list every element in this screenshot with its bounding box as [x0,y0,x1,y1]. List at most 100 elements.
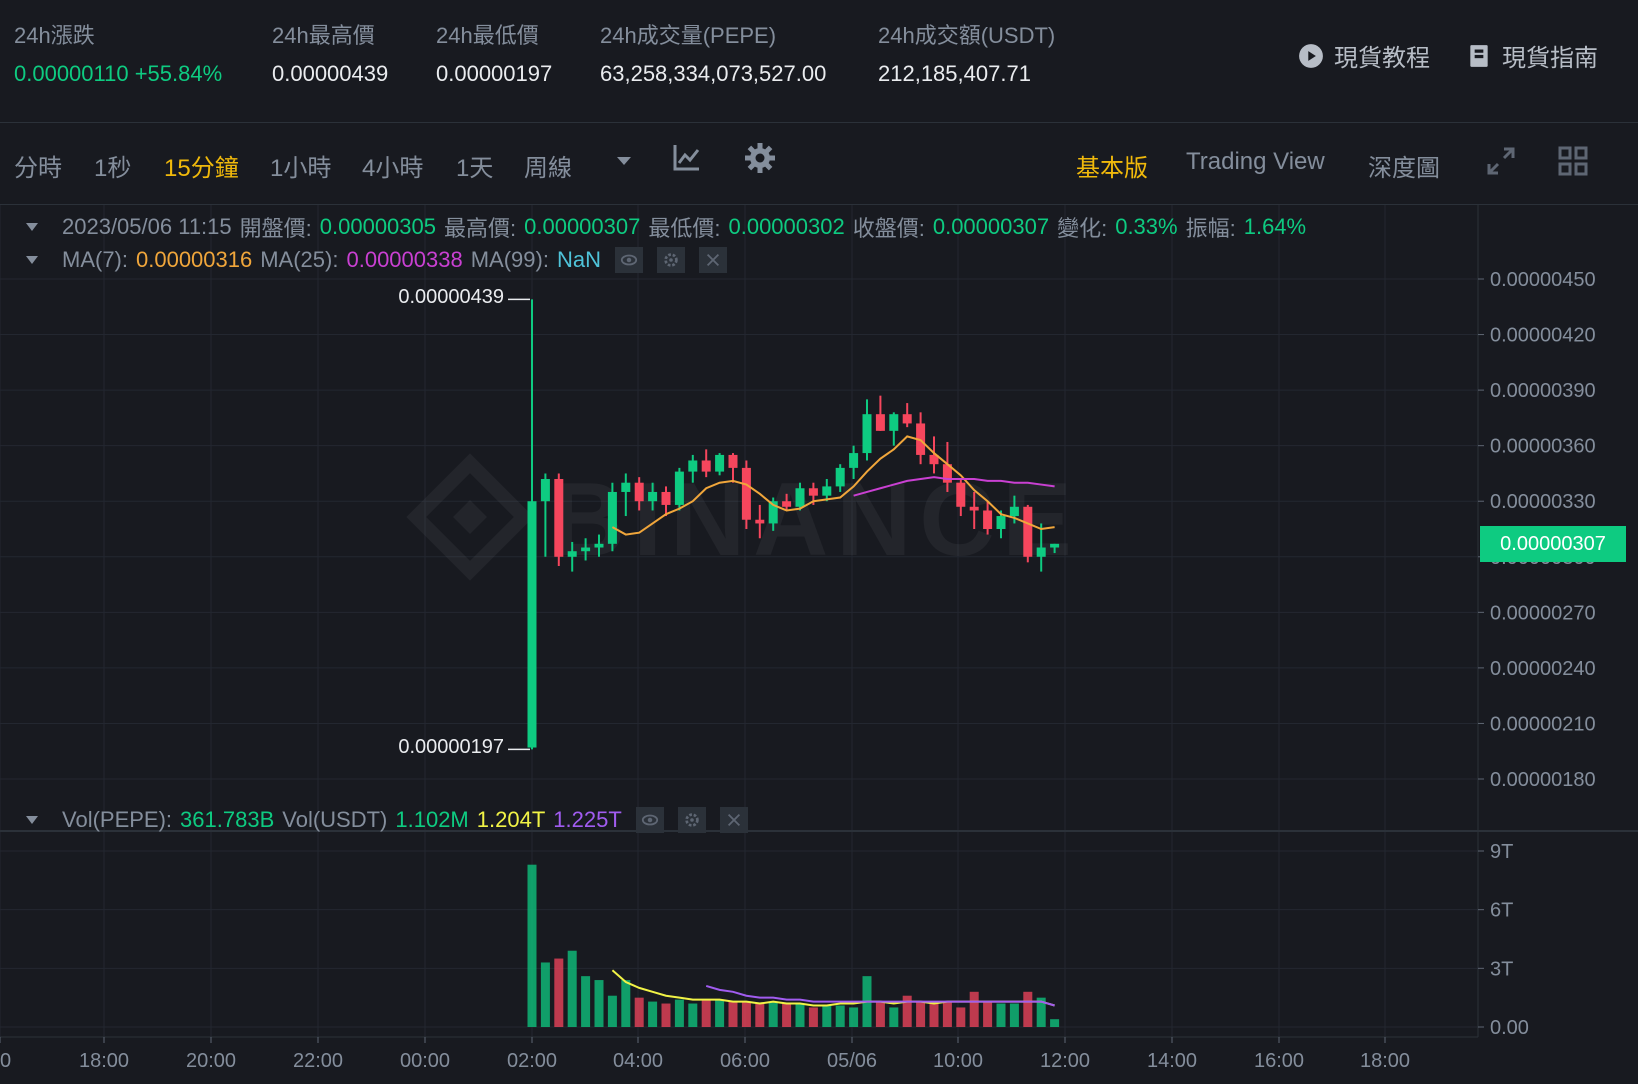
volume-bar [916,1001,926,1027]
high-value: 0.00000307 [524,214,641,239]
view-depth[interactable]: 深度圖 [1368,148,1440,183]
stat-value: 0.00000197 [436,61,553,86]
timeframe-1s[interactable]: 1秒 [94,148,131,183]
candle-body [889,414,899,431]
price-tick-label: 0.00000420 [1490,325,1596,347]
volume-bar [1009,1003,1019,1027]
guide-links: 現貨教程 現貨指南 [1298,38,1598,73]
price-tick-label: 0.00000450 [1490,269,1596,291]
candle-body [849,453,859,468]
volume-bar [607,995,617,1027]
time-tick-label: 20:00 [186,1050,236,1072]
remove-indicator-button[interactable] [698,247,727,273]
kline-chart[interactable]: BINANCE 0.00000450 0.00000420 0.00000390 0.… [0,205,1638,1084]
volume-bar [701,999,711,1027]
view-tradingview[interactable]: Trading View [1186,148,1325,176]
close-value: 0.00000307 [932,214,1050,239]
stat-24h-high: 24h最高價 0.00000439 [272,18,388,92]
spot-guide-link[interactable]: 現貨指南 [1466,38,1598,73]
candle-body [1009,506,1019,517]
indicator-settings-button[interactable] [677,807,706,833]
volume-tick-label: 9T [1490,841,1513,863]
time-tick-label: 05/06 [827,1050,877,1072]
candle-body [956,482,966,507]
time-tick-label: 06:00 [720,1050,770,1072]
ticker-bar: 24h漲跌 0.00000110 +55.84% 24h最高價 0.000004… [0,0,1638,122]
candle-body [755,519,765,524]
spot-tutorial-label: 現貨教程 [1334,45,1430,72]
settings-gear-icon[interactable] [744,142,776,179]
time-tick-label: 12:00 [1040,1050,1090,1072]
candle-body [902,414,912,424]
collapse-caret-icon[interactable] [26,223,38,231]
volume-bar [755,1003,765,1027]
timeframe-time[interactable]: 分時 [14,148,62,183]
candle-body [567,551,577,557]
candle-body [808,488,818,496]
collapse-caret-icon[interactable] [26,816,38,824]
volume-bar [969,991,979,1027]
remove-indicator-button[interactable] [719,807,748,833]
vol-base-value: 361.783B [180,807,275,832]
vol-quote-label: Vol(USDT) [282,807,388,832]
toggle-visibility-button[interactable] [614,247,643,273]
volume-bar [822,1005,832,1027]
toggle-visibility-button[interactable] [635,807,664,833]
candle-body [715,454,725,472]
timeframe-4h[interactable]: 4小時 [362,148,423,183]
volume-bar [741,1001,751,1027]
volume-bar [621,980,631,1027]
volume-bar [996,1003,1006,1027]
price-tick-label: 0.00000180 [1490,769,1596,791]
spot-tutorial-link[interactable]: 現貨教程 [1298,38,1430,73]
ma99-value: NaN [556,247,601,272]
candle-body [527,501,537,748]
candle-body [862,414,872,454]
timeframe-1h[interactable]: 1小時 [270,148,331,183]
stat-label: 24h最低價 [436,23,539,48]
price-tick-label: 0.00000240 [1490,658,1596,680]
chart-grid [0,205,1638,1038]
volume-bar [875,1001,885,1027]
volume-bar [661,1003,671,1027]
stat-label: 24h最高價 [272,23,375,48]
timeframe-1d[interactable]: 1天 [456,148,493,183]
indicator-settings-button[interactable] [656,247,685,273]
time-tick-label: 18:00 [79,1050,129,1072]
fullscreen-icon[interactable] [1486,146,1516,181]
timeframe-dropdown-icon[interactable] [616,154,632,172]
volume-bar [1050,1019,1060,1027]
timeframe-weekly[interactable]: 周線 [524,148,572,183]
candle-body [581,547,591,552]
candle-body [634,482,644,502]
candle-body [1050,543,1060,548]
layout-grid-icon[interactable] [1558,146,1588,181]
candle-body [661,491,671,505]
volume-legend: Vol(PEPE): 361.783B Vol(USDT) 1.102M 1.2… [26,807,748,833]
view-basic[interactable]: 基本版 [1076,148,1148,183]
volume-bar [808,1007,818,1027]
candle-body [688,460,698,472]
ma99-label: MA(99): [470,247,549,272]
volume-bar [554,958,564,1027]
price-tick-label: 0.00000390 [1490,380,1596,402]
timeframe-15m[interactable]: 15分鐘 [164,148,239,183]
ohlc-legend: 2023/05/06 11:15 開盤價: 0.00000305 最高價: 0.… [26,211,1306,243]
low-label: 最低價: [648,216,721,241]
candle-body [621,482,631,492]
volume-tick-label: 3T [1490,958,1513,980]
amplitude-value: 1.64% [1243,214,1307,239]
candle-body [1036,547,1046,557]
collapse-caret-icon[interactable] [26,256,38,264]
vol-ma2-value: 1.225T [553,807,622,832]
indicator-chart-icon[interactable] [672,142,702,177]
candle-body [822,486,832,496]
volume-bar [567,950,577,1027]
volume-bar [715,999,725,1027]
candle-body [674,471,684,505]
time-tick-label: 10:00 [933,1050,983,1072]
candle-body [875,414,885,431]
volume-bar [942,1001,952,1027]
candle-body [607,491,617,544]
volume-bar [956,1007,966,1027]
